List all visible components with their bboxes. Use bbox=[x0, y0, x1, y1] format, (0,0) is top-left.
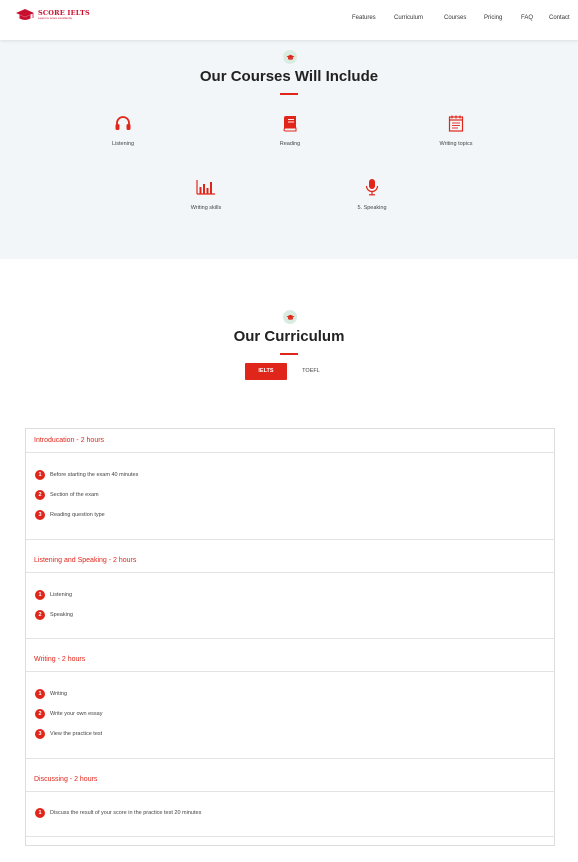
nav-item-contact[interactable]: Contact bbox=[549, 15, 570, 21]
course-label: 5. Speaking bbox=[357, 205, 387, 211]
module-divider bbox=[26, 758, 554, 759]
microphone-icon bbox=[312, 177, 432, 197]
lesson-item: 1 Discuss the result of your score in th… bbox=[35, 808, 201, 818]
book-icon bbox=[230, 113, 350, 133]
title-underline bbox=[280, 353, 298, 355]
course-label: Listening bbox=[111, 141, 135, 147]
lesson-title: Write your own essay bbox=[50, 711, 103, 717]
lesson-number: 3 bbox=[35, 510, 45, 520]
courses-section: Our Courses Will Include Listening Readi… bbox=[0, 40, 578, 259]
module-title[interactable]: Discussing - 2 hours bbox=[34, 776, 97, 783]
module-divider bbox=[26, 539, 554, 540]
headphones-icon bbox=[63, 113, 183, 133]
module-title[interactable]: Writing - 2 hours bbox=[34, 656, 85, 663]
lesson-number: 3 bbox=[35, 729, 45, 739]
lesson-title: Section of the exam bbox=[50, 492, 99, 498]
tab-ielts[interactable]: IELTS bbox=[245, 363, 287, 380]
module-divider bbox=[26, 836, 554, 837]
lesson-number: 1 bbox=[35, 470, 45, 480]
lesson-title: Writing bbox=[50, 691, 68, 697]
lesson-item: 1 Listening bbox=[35, 590, 72, 600]
module-title[interactable]: Listening and Speaking - 2 hours bbox=[34, 557, 136, 564]
lesson-item: 1 Writing bbox=[35, 689, 67, 699]
site-header: SCORE IELTS Learn to score excellently F… bbox=[0, 0, 578, 40]
lesson-number: 2 bbox=[35, 490, 45, 500]
curriculum-title: Our Curriculum bbox=[233, 328, 345, 345]
courses-title: Our Courses Will Include bbox=[199, 68, 379, 85]
lesson-title: Reading question type bbox=[50, 512, 105, 518]
tab-toefl[interactable]: TOEFL bbox=[296, 363, 326, 380]
module-header-introduction[interactable]: Introducation - 2 hours bbox=[26, 429, 554, 453]
lesson-title: Speaking bbox=[50, 612, 73, 618]
lesson-number: 1 bbox=[35, 689, 45, 699]
lesson-title: Before starting the exam 40 minutes bbox=[50, 472, 139, 478]
course-label: Writing skills bbox=[190, 205, 222, 211]
nav-item-features[interactable]: Features bbox=[352, 15, 376, 21]
curriculum-accordion: Introducation - 2 hours 1 Before startin… bbox=[25, 428, 555, 846]
lesson-item: 2 Write your own essay bbox=[35, 709, 102, 719]
course-label: Reading bbox=[279, 141, 301, 147]
notepad-icon bbox=[396, 113, 516, 133]
lesson-number: 2 bbox=[35, 610, 45, 620]
course-item-listening: Listening bbox=[63, 113, 183, 147]
module-title[interactable]: Introducation - 2 hours bbox=[34, 437, 104, 444]
module-divider bbox=[26, 638, 554, 639]
graduation-cap-icon bbox=[283, 50, 297, 64]
lesson-item: 2 Section of the exam bbox=[35, 490, 99, 500]
lesson-number: 2 bbox=[35, 709, 45, 719]
lesson-item: 1 Before starting the exam 40 minutes bbox=[35, 470, 138, 480]
lesson-item: 3 View the practice test bbox=[35, 729, 102, 739]
lesson-title: View the practice test bbox=[50, 731, 103, 737]
nav-item-faq[interactable]: FAQ bbox=[521, 15, 533, 21]
graduation-cap-icon bbox=[283, 310, 297, 324]
lesson-number: 1 bbox=[35, 590, 45, 600]
main-nav: Features Curriculum Courses Pricing FAQ … bbox=[0, 15, 578, 25]
course-item-speaking: 5. Speaking bbox=[312, 177, 432, 211]
lesson-title: Discuss the result of your score in the … bbox=[50, 810, 202, 816]
course-label: Writing topics bbox=[439, 141, 473, 147]
module-header-writing[interactable]: Writing - 2 hours bbox=[26, 648, 554, 672]
course-item-writing-skills: Writing skills bbox=[146, 177, 266, 211]
lesson-title: Listening bbox=[50, 592, 73, 598]
lesson-number: 1 bbox=[35, 808, 45, 818]
lesson-item: 3 Reading question type bbox=[35, 510, 105, 520]
nav-item-courses[interactable]: Courses bbox=[444, 15, 466, 21]
title-underline bbox=[280, 93, 298, 95]
module-header-discussing[interactable]: Discussing - 2 hours bbox=[26, 768, 554, 792]
course-item-reading: Reading bbox=[230, 113, 350, 147]
nav-item-curriculum[interactable]: Curriculum bbox=[394, 15, 423, 21]
nav-item-pricing[interactable]: Pricing bbox=[484, 15, 502, 21]
module-header-listening-speaking[interactable]: Listening and Speaking - 2 hours bbox=[26, 549, 554, 573]
bar-chart-icon bbox=[146, 177, 266, 197]
lesson-item: 2 Speaking bbox=[35, 610, 73, 620]
course-item-writing-topics: Writing topics bbox=[396, 113, 516, 147]
